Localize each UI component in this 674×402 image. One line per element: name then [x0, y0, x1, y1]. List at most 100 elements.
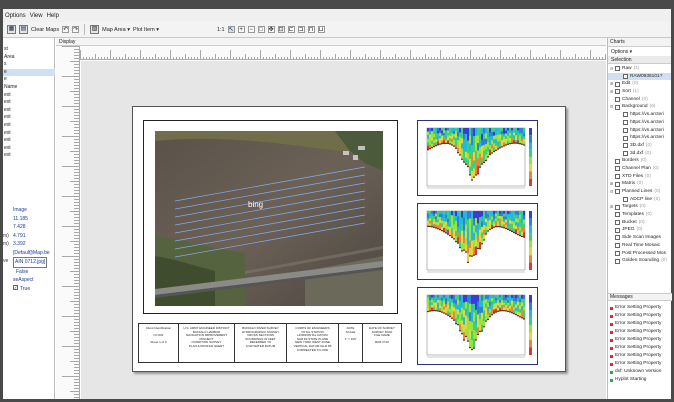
- checkbox[interactable]: [623, 150, 628, 156]
- align-right-icon[interactable]: ⊐: [297, 26, 305, 33]
- pointer-icon[interactable]: ↖: [227, 26, 235, 33]
- tree-item[interactable]: https://vs.arcteri: [608, 127, 671, 135]
- checkbox[interactable]: [615, 227, 620, 233]
- property-value[interactable]: False: [16, 268, 28, 277]
- property-value[interactable]: [Default]\Map.be: [13, 249, 50, 258]
- checkbox[interactable]: [623, 197, 628, 203]
- checkbox[interactable]: [615, 250, 620, 256]
- message-item[interactable]: Error Setting Property: [608, 352, 672, 360]
- map-area-icon[interactable]: ▧: [90, 25, 100, 34]
- tree-item[interactable]: RAW0935101?: [608, 72, 671, 81]
- message-item[interactable]: Error Setting Property: [608, 360, 672, 368]
- checkbox[interactable]: [623, 120, 628, 126]
- zoom-out-icon[interactable]: −: [247, 26, 255, 33]
- tree-item[interactable]: https://vs.arcteri: [608, 134, 671, 142]
- list-item[interactable]: ext: [3, 122, 55, 130]
- property-value[interactable]: 7.428: [13, 223, 26, 232]
- tree-item[interactable]: Channel Plan (0): [608, 165, 671, 173]
- message-item[interactable]: Error Setting Property: [608, 336, 672, 344]
- checkbox[interactable]: [615, 89, 620, 95]
- list-item[interactable]: ext: [3, 137, 55, 145]
- message-item[interactable]: Error Setting Property: [608, 312, 672, 320]
- options-dropdown[interactable]: Options ▾: [608, 47, 671, 56]
- checkbox[interactable]: [615, 181, 620, 187]
- zoom-in-icon[interactable]: +: [237, 26, 245, 33]
- list-item[interactable]: ext: [3, 130, 55, 138]
- list-item[interactable]: ext: [3, 152, 55, 160]
- list-item[interactable]: ext: [3, 92, 55, 100]
- list-item[interactable]: s: [3, 61, 55, 69]
- map-area-dropdown[interactable]: Map Area ▾: [102, 27, 130, 33]
- print-icon[interactable]: ▤: [19, 25, 28, 34]
- checkbox[interactable]: [615, 173, 620, 179]
- checkbox[interactable]: [615, 66, 620, 72]
- selection-tab[interactable]: Selection: [608, 56, 671, 64]
- tree-item[interactable]: Side Scan Images: [608, 234, 671, 242]
- zoom-level[interactable]: 1:1: [217, 27, 225, 33]
- checkbox[interactable]: [615, 104, 620, 110]
- layout-icon[interactable]: ▦: [7, 25, 16, 34]
- checkbox[interactable]: [615, 212, 620, 218]
- property-value[interactable]: 4.791: [13, 232, 26, 241]
- checkbox[interactable]: [615, 243, 620, 249]
- tree-item[interactable]: JPEG (0): [608, 226, 671, 234]
- checkbox[interactable]: [623, 127, 628, 133]
- tree-item[interactable]: ⊞ Matrix (0): [608, 180, 671, 188]
- tree-item[interactable]: Golden Sounding (0): [608, 257, 671, 265]
- checkbox[interactable]: [623, 74, 628, 80]
- list-item[interactable]: e: [3, 76, 55, 84]
- checkbox[interactable]: [623, 135, 628, 141]
- align-top-icon[interactable]: ⊓: [307, 26, 315, 33]
- tree-item[interactable]: ⊟ Planned Lines (0): [608, 188, 671, 196]
- property-value[interactable]: 3.392: [13, 240, 26, 249]
- tree-item[interactable]: https://vs.arcteri: [608, 111, 671, 119]
- zoom-extents-icon[interactable]: □: [257, 26, 265, 33]
- message-item[interactable]: Error Setting Property: [608, 320, 672, 328]
- title-block[interactable]: Client Identification NY-001 Sheet 1 of …: [138, 323, 402, 363]
- tree-item[interactable]: https://vs.arcteri: [608, 119, 671, 127]
- zoom-window-icon[interactable]: ⊡: [277, 26, 285, 33]
- list-item[interactable]: e: [3, 68, 55, 77]
- property-value[interactable]: Image: [13, 206, 27, 215]
- list-item[interactable]: ext: [3, 114, 55, 122]
- menu-options[interactable]: Options: [5, 13, 26, 19]
- checkbox[interactable]: [615, 220, 620, 226]
- tree-item[interactable]: ⊟ Background (6): [608, 103, 671, 111]
- list-item[interactable]: Area: [3, 54, 55, 62]
- property-value[interactable]: seAspect: [13, 276, 34, 285]
- tree-item[interactable]: Post Processed Mos: [608, 250, 671, 258]
- checkbox[interactable]: [615, 204, 620, 210]
- checkbox[interactable]: [615, 97, 620, 103]
- tree-item[interactable]: ⊞ Edit (0): [608, 80, 671, 88]
- checkbox[interactable]: [615, 81, 620, 87]
- tree-item[interactable]: ADCP line (0): [608, 196, 671, 204]
- tree-item[interactable]: ⊞ Sort (1): [608, 88, 671, 96]
- checkbox[interactable]: [615, 258, 620, 264]
- message-item[interactable]: dxf: Unknown Version: [608, 368, 672, 376]
- align-left-icon[interactable]: ⊏: [287, 26, 295, 33]
- checkbox[interactable]: [615, 235, 620, 241]
- checkbox[interactable]: [615, 189, 620, 195]
- property-value[interactable]: True: [20, 285, 30, 294]
- align-bottom-icon[interactable]: ⊔: [317, 26, 325, 33]
- checkbox-checked[interactable]: ✓: [13, 284, 18, 290]
- message-item[interactable]: Error Setting Property: [608, 344, 672, 352]
- cross-section-plot-2[interactable]: [417, 203, 538, 280]
- tree-item[interactable]: Borders (0): [608, 157, 671, 165]
- tree-item[interactable]: 3d.dxf (0): [608, 150, 671, 158]
- redo-icon[interactable]: ↷: [72, 26, 80, 33]
- undo-icon[interactable]: ↶: [62, 26, 70, 33]
- tree-item[interactable]: XTD Files (0): [608, 173, 671, 181]
- checkbox[interactable]: [623, 112, 628, 118]
- tree-item[interactable]: Templates (0): [608, 211, 671, 219]
- tree-item[interactable]: Bucket (0): [608, 219, 671, 227]
- tree-item[interactable]: ⊟ Raw (1): [608, 65, 671, 73]
- message-item[interactable]: Hyplot Starting: [608, 376, 672, 384]
- message-item[interactable]: Error Setting Property: [608, 304, 672, 312]
- checkbox[interactable]: [615, 158, 620, 164]
- list-item[interactable]: Name: [3, 84, 55, 92]
- cross-section-plot-1[interactable]: [417, 120, 538, 196]
- list-item[interactable]: st: [3, 46, 55, 54]
- tree-item[interactable]: 3D.dxf (0): [608, 142, 671, 150]
- menu-help[interactable]: Help: [47, 13, 59, 19]
